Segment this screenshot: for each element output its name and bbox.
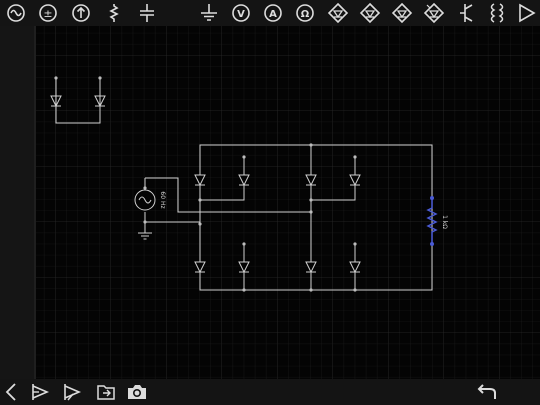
capacitor-icon[interactable]: [135, 1, 159, 25]
dc-source-icon[interactable]: ±: [36, 1, 60, 25]
undo-icon[interactable]: [474, 381, 498, 403]
transformer-icon[interactable]: [485, 1, 509, 25]
bottom-toolbar: [0, 379, 540, 405]
led-icon[interactable]: [422, 1, 446, 25]
diode-down-icon[interactable]: [390, 1, 414, 25]
current-source-icon[interactable]: [69, 1, 93, 25]
svg-text:A: A: [269, 9, 277, 20]
ammeter-icon[interactable]: A: [261, 1, 285, 25]
export-icon[interactable]: [94, 381, 118, 403]
svg-text:Ω: Ω: [301, 9, 310, 20]
camera-icon[interactable]: [125, 381, 149, 403]
resistor-label: 1 kΩ: [441, 215, 448, 229]
chevron-left-icon[interactable]: [0, 381, 24, 403]
inductor-icon[interactable]: [102, 1, 126, 25]
play-icon[interactable]: [514, 1, 538, 25]
transistor-icon[interactable]: [455, 1, 479, 25]
side-panel: [0, 26, 36, 379]
ohmmeter-icon[interactable]: Ω: [293, 1, 317, 25]
ground-icon[interactable]: [197, 1, 221, 25]
step-alt-icon[interactable]: [60, 381, 84, 403]
ac-source[interactable]: [134, 189, 156, 211]
svg-text:V: V: [237, 9, 245, 20]
step-icon[interactable]: [28, 381, 52, 403]
circuit-schematic: 60 Hz 1 kΩ: [36, 26, 540, 379]
diode-alt-icon[interactable]: [358, 1, 382, 25]
svg-text:±: ±: [43, 7, 52, 20]
source-label: 60 Hz: [159, 191, 166, 208]
diode-up-icon[interactable]: [326, 1, 350, 25]
voltmeter-icon[interactable]: V: [229, 1, 253, 25]
ac-source-icon[interactable]: [4, 1, 28, 25]
component-toolbar: ± V A Ω: [0, 0, 540, 26]
circuit-canvas[interactable]: 60 Hz 1 kΩ: [36, 26, 540, 379]
